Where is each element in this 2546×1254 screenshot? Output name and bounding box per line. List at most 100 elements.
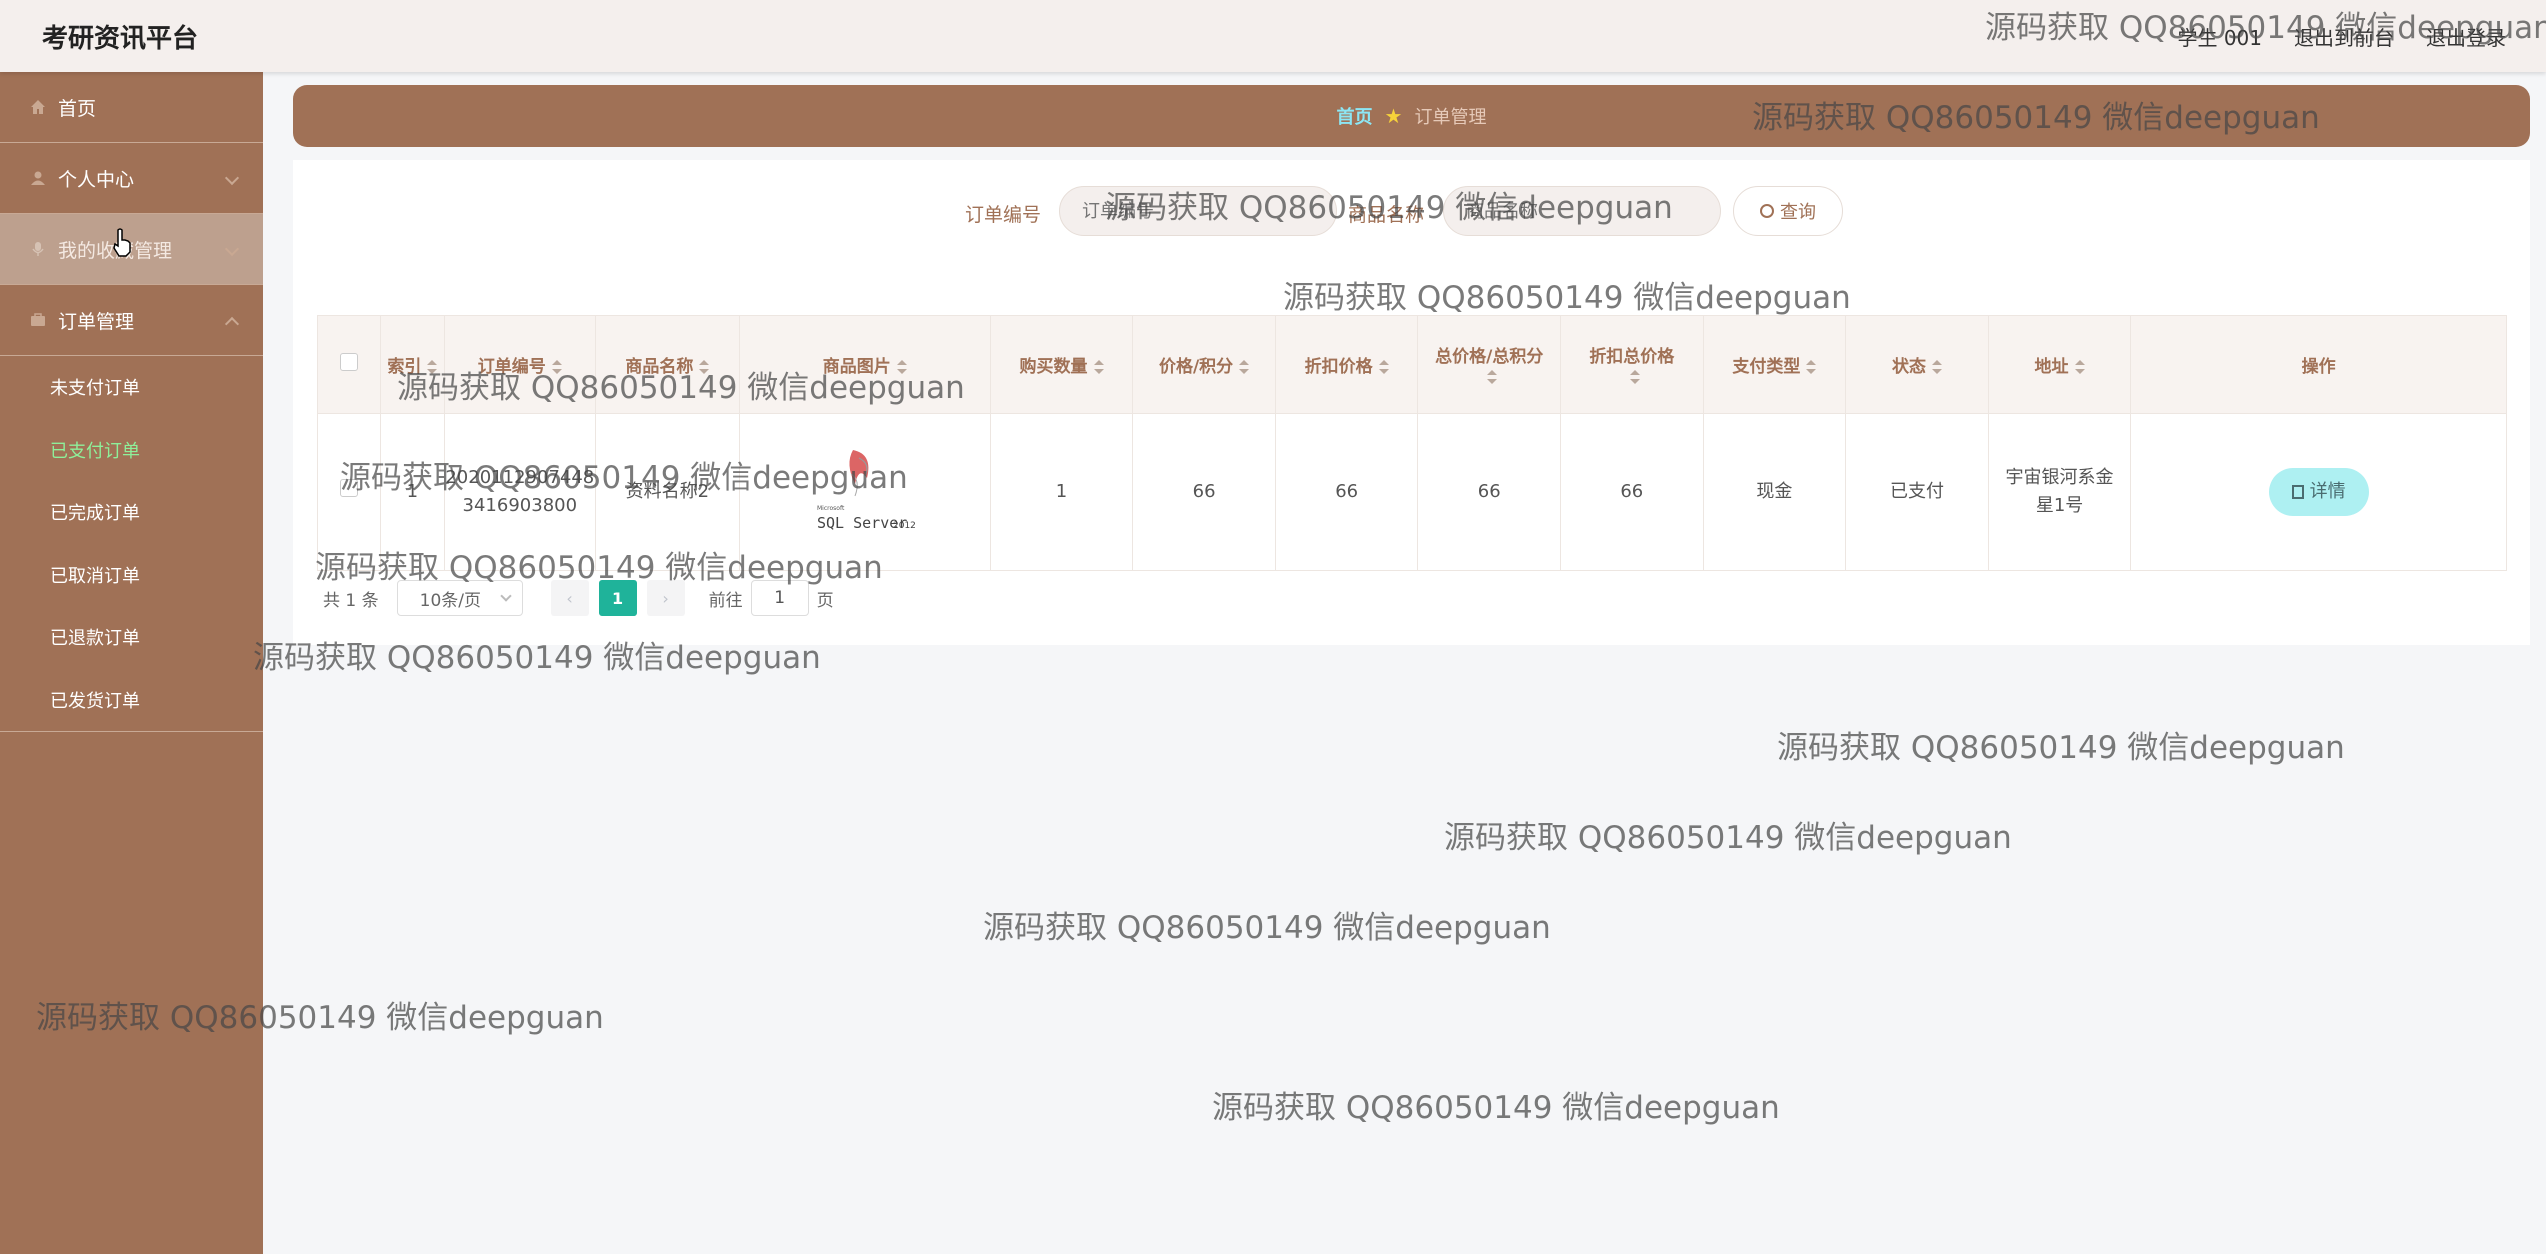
- logout-link[interactable]: 退出登录: [2426, 22, 2506, 51]
- pagination: 共 1 条 10条/页 ‹ 1 › 前往 页: [323, 580, 834, 616]
- row-checkbox[interactable]: [340, 479, 359, 497]
- sort-icon: [1629, 370, 1640, 384]
- mouse-pointer-icon: [113, 228, 131, 257]
- column-header[interactable]: 索引: [380, 315, 445, 414]
- sql-server-logo-icon: Microsoft SQL Server 2012: [817, 450, 916, 532]
- sort-icon: [427, 360, 438, 374]
- submenu-item-completed[interactable]: 已完成订单: [0, 481, 263, 544]
- cell-actions: 详情: [2130, 413, 2507, 571]
- breadcrumb-home[interactable]: 首页: [1337, 103, 1373, 129]
- column-header[interactable]: 商品图片: [738, 315, 991, 414]
- cell-discount-total: 66: [1560, 413, 1704, 571]
- search-bar: 订单编号 商品名称 查询: [293, 186, 2530, 238]
- goto-page-input[interactable]: [750, 580, 809, 616]
- sort-icon: [2074, 360, 2085, 374]
- sort-icon: [1487, 370, 1498, 384]
- image-text-small: Microsoft: [817, 505, 845, 512]
- column-header[interactable]: 地址: [1987, 315, 2132, 414]
- page-unit: 页: [816, 590, 834, 611]
- cell-order-no: 2020112907448 3416903800: [443, 413, 597, 571]
- sort-icon: [699, 360, 710, 374]
- submenu-item-paid[interactable]: 已支付订单: [0, 419, 263, 482]
- front-link[interactable]: 退出到前台: [2294, 22, 2394, 51]
- column-header[interactable]: 购买数量: [989, 315, 1134, 414]
- search-icon: [1760, 204, 1774, 218]
- watermark: 源码获取 QQ86050149 微信deepguan: [1212, 1090, 1780, 1126]
- sidebar-item-label: 订单管理: [58, 310, 135, 333]
- goto-label: 前往: [708, 590, 743, 611]
- cell-total: 66: [1417, 413, 1562, 571]
- content-panel: 订单编号 商品名称 查询 索引 订单编号 商品名称 商品图片 购买数量 价格/积…: [293, 160, 2530, 645]
- cell-product-image: Microsoft SQL Server 2012: [738, 413, 991, 571]
- column-header[interactable]: 价格/积分: [1132, 315, 1276, 414]
- chevron-down-icon: [499, 590, 512, 602]
- column-header[interactable]: 折扣总价格: [1560, 315, 1704, 414]
- prev-page-button[interactable]: ‹: [550, 580, 589, 616]
- order-no-label: 订单编号: [965, 204, 1042, 226]
- sort-icon: [1931, 360, 1942, 374]
- column-header[interactable]: 商品名称: [595, 315, 740, 414]
- home-icon: [31, 100, 45, 114]
- sort-icon: [1378, 360, 1389, 374]
- query-button-label: 查询: [1780, 202, 1816, 223]
- column-header[interactable]: 订单编号: [443, 315, 597, 414]
- sort-icon: [1239, 360, 1250, 374]
- next-page-button[interactable]: ›: [646, 580, 685, 616]
- user-name: 学生 001: [2177, 26, 2262, 50]
- query-button[interactable]: 查询: [1733, 186, 1843, 236]
- user-icon: [31, 171, 45, 185]
- orders-submenu: 未支付订单 已支付订单 已完成订单 已取消订单 已退款订单 已发货订单: [0, 356, 263, 732]
- sidebar-item-label: 个人中心: [58, 168, 135, 191]
- submenu-item-cancelled[interactable]: 已取消订单: [0, 544, 263, 607]
- star-icon: ★: [1384, 104, 1403, 128]
- table-header-row: 索引 订单编号 商品名称 商品图片 购买数量 价格/积分 折扣价格 总价格/总积…: [316, 315, 2507, 414]
- top-bar: 考研资讯平台 学生 001 退出到前台 退出登录: [0, 0, 2546, 72]
- chevron-up-icon: [224, 316, 240, 332]
- column-header[interactable]: 折扣价格: [1274, 315, 1419, 414]
- row-select-cell: [316, 413, 382, 571]
- column-header: 操作: [2130, 315, 2507, 414]
- breadcrumb: 首页 ★ 订单管理: [293, 85, 2530, 147]
- order-no-input[interactable]: [1059, 186, 1337, 236]
- sort-icon: [1806, 360, 1817, 374]
- briefcase-icon: [31, 313, 45, 326]
- image-year: 2012: [893, 521, 915, 531]
- product-name-input[interactable]: [1443, 186, 1721, 236]
- watermark: 源码获取 QQ86050149 微信deepguan: [1444, 820, 2012, 856]
- document-icon: [2291, 485, 2304, 499]
- cell-discount: 66: [1274, 413, 1419, 571]
- cell-index: 1: [380, 413, 445, 571]
- table-row: 1 2020112907448 3416903800 资料名称2 Microsof…: [316, 413, 2507, 571]
- app-brand: 考研资讯平台: [42, 24, 199, 54]
- sidebar-item-orders[interactable]: 订单管理: [0, 285, 263, 356]
- chevron-down-icon: [224, 170, 240, 186]
- total-count: 共 1 条: [323, 590, 379, 611]
- top-right-links: 学生 001 退出到前台 退出登录: [2177, 22, 2506, 51]
- sort-icon: [896, 360, 907, 374]
- select-all-header: [316, 315, 382, 414]
- sidebar-item-profile[interactable]: 个人中心: [0, 143, 263, 214]
- sidebar-item-home[interactable]: 首页: [0, 72, 263, 143]
- cell-pay-type: 现金: [1702, 413, 1847, 571]
- submenu-item-unpaid[interactable]: 未支付订单: [0, 356, 263, 419]
- orders-table: 索引 订单编号 商品名称 商品图片 购买数量 价格/积分 折扣价格 总价格/总积…: [316, 315, 2507, 571]
- sidebar-item-label: 首页: [58, 97, 97, 120]
- cell-address: 宇宙银河系金 星1号: [1987, 413, 2132, 571]
- detail-button[interactable]: 详情: [2268, 468, 2369, 516]
- page-number-1[interactable]: 1: [598, 580, 637, 616]
- column-header[interactable]: 状态: [1845, 315, 1989, 414]
- column-header[interactable]: 支付类型: [1702, 315, 1847, 414]
- cell-qty: 1: [989, 413, 1134, 571]
- select-all-checkbox[interactable]: [340, 353, 359, 371]
- product-image: Microsoft SQL Server 2012: [815, 444, 916, 540]
- page-size-select[interactable]: 10条/页: [396, 580, 523, 616]
- sort-icon: [1093, 360, 1104, 374]
- cell-product-name: 资料名称2: [595, 413, 740, 571]
- submenu-item-shipped[interactable]: 已发货订单: [0, 669, 263, 732]
- sort-icon: [551, 360, 562, 374]
- column-header[interactable]: 总价格/总积分: [1417, 315, 1562, 414]
- watermark: 源码获取 QQ86050149 微信deepguan: [983, 910, 1551, 946]
- submenu-item-refunded[interactable]: 已退款订单: [0, 606, 263, 669]
- breadcrumb-current: 订单管理: [1414, 107, 1487, 128]
- cell-price: 66: [1132, 413, 1276, 571]
